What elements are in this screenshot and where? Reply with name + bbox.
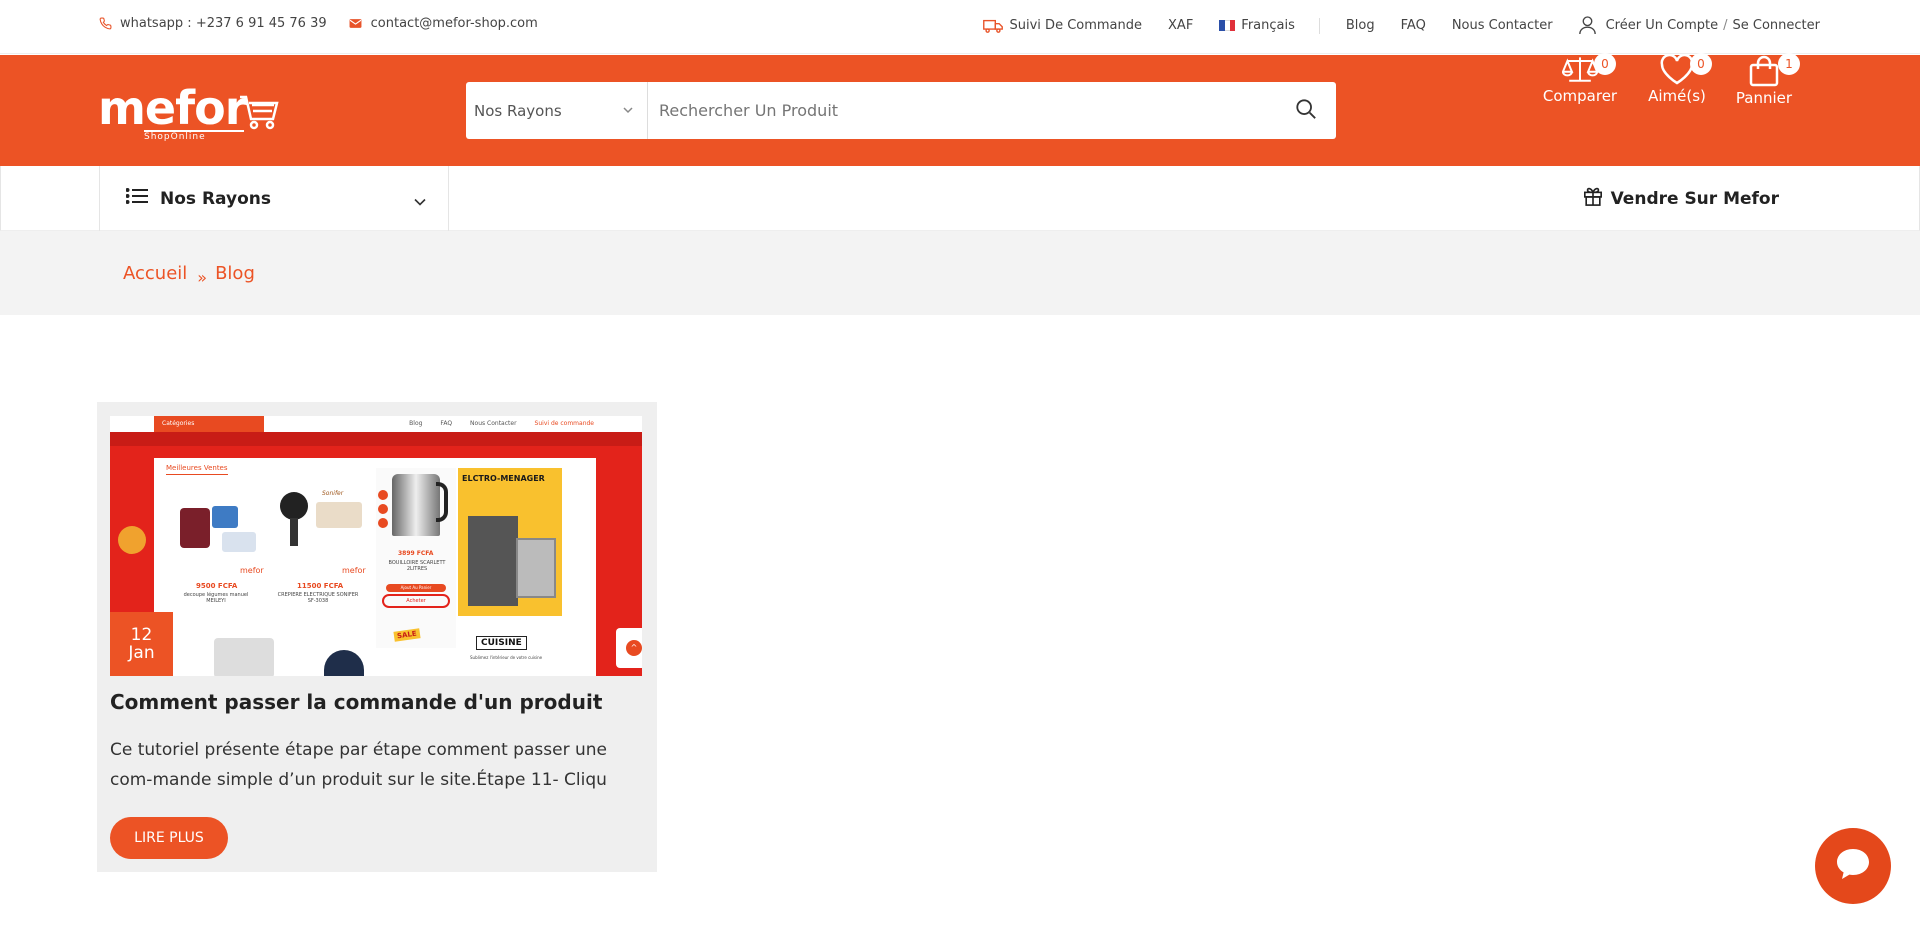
chat-bubble-icon [1834, 846, 1872, 886]
language-selector[interactable]: Français [1219, 18, 1295, 33]
email-link[interactable]: contact@mefor-shop.com [349, 16, 538, 31]
thumb-product-image: Sonifer [266, 486, 368, 562]
sell-label: Vendre Sur Mefor [1610, 188, 1779, 209]
thumb-page: Meilleures Ventes mefor 9500 FCFA decoup… [154, 458, 596, 676]
thumb-links: Blog FAQ Nous Contacter Suivi de command… [391, 420, 594, 427]
top-bar: whatsapp : +237 6 91 45 76 39 contact@me… [0, 0, 1920, 54]
phone-icon [98, 17, 112, 31]
breadcrumb-home[interactable]: Accueil [123, 263, 187, 284]
blog-post-card: Catégories Blog FAQ Nous Contacter Suivi… [97, 402, 657, 872]
thumb-price: 9500 FCFA [196, 582, 238, 590]
site-logo[interactable]: mefor ShopOnline [98, 85, 280, 142]
account-links: Créer Un Compte / Se Connecter [1578, 16, 1820, 35]
wishlist-label: Aimé(s) [1648, 87, 1706, 105]
thumb-cuisine-sub: Sublimez l'intérieur de votre cuisine [470, 655, 543, 660]
thumb-category-button: Catégories [154, 416, 264, 432]
chevron-down-icon [414, 191, 426, 211]
account-divider: / [1723, 18, 1728, 33]
whatsapp-link[interactable]: whatsapp : +237 6 91 45 76 39 [98, 16, 327, 31]
search-category-label: Nos Rayons [474, 101, 562, 120]
categories-label: Nos Rayons [160, 188, 271, 209]
thumb-link: Suivi de commande [534, 420, 594, 427]
thumb-brand: Sonifer [322, 490, 344, 497]
breadcrumb-current: Blog [215, 263, 255, 284]
wishlist-count-badge: 0 [1690, 53, 1712, 75]
thumb-banner: ELCTRO-MENAGER [458, 468, 562, 616]
register-link[interactable]: Créer Un Compte [1606, 18, 1719, 33]
envelope-icon [349, 17, 363, 31]
category-nav: Nos Rayons Vendre Sur Mefor [0, 166, 1920, 231]
thumb-banner-title: ELCTRO-MENAGER [462, 474, 545, 483]
cart-count-badge: 1 [1778, 53, 1800, 75]
divider [1318, 17, 1320, 34]
compare-count-badge: 0 [1594, 53, 1616, 75]
thumb-price: 3899 FCFA [398, 550, 434, 557]
thumb-product-name: CREPIERE ELECTRIQUE SONIFER SF-3038 [277, 592, 359, 604]
language-label: Français [1241, 18, 1295, 33]
gift-icon [1583, 186, 1611, 211]
contact-info: whatsapp : +237 6 91 45 76 39 contact@me… [98, 16, 560, 31]
thumb-logo-mark: mefor [342, 566, 366, 575]
order-tracking-link[interactable]: Suivi De Commande [982, 18, 1143, 33]
search-input[interactable] [648, 82, 1276, 139]
thumb-add-cart: Ajout Au Panier [386, 584, 446, 592]
search-button[interactable] [1276, 82, 1336, 139]
breadcrumb-separator: » [197, 268, 208, 287]
faq-link[interactable]: FAQ [1401, 18, 1426, 33]
thumb-cuisine: CUISINE [476, 636, 527, 650]
chat-widget-button[interactable] [1815, 828, 1891, 904]
list-icon [125, 188, 148, 209]
thumb-section-title: Meilleures Ventes [166, 464, 228, 475]
post-excerpt: Ce tutoriel présente étape par étape com… [110, 740, 607, 790]
top-links: Suivi De Commande XAF Français Blog FAQ … [957, 16, 1820, 35]
categories-dropdown[interactable]: Nos Rayons [99, 166, 449, 231]
cart-button[interactable]: Pannier 1 [1719, 53, 1809, 107]
search-icon [1295, 98, 1317, 124]
post-date-badge: 12 Jan [110, 612, 173, 676]
search-category-select[interactable]: Nos Rayons [466, 82, 648, 139]
sell-on-mefor-link[interactable]: Vendre Sur Mefor [1583, 166, 1779, 231]
compare-button[interactable]: Comparer 0 [1535, 53, 1625, 105]
post-title[interactable]: Comment passer la commande d'un produit [110, 690, 602, 714]
thumb-topbar: Catégories Blog FAQ Nous Contacter Suivi… [110, 416, 642, 432]
order-tracking-label: Suivi De Commande [1009, 18, 1143, 33]
logo-tagline: ShopOnline [144, 130, 244, 142]
compare-label: Comparer [1542, 87, 1618, 105]
logo-cart-icon [238, 91, 280, 137]
thumb-price: 11500 FCFA [297, 582, 344, 590]
thumb-buy: Acheter [382, 594, 450, 608]
thumb-logo-mark: mefor [240, 566, 264, 575]
thumb-product-card: 3899 FCFA BOUILLOIRE SCARLETT 2LITRES Aj… [376, 468, 456, 648]
currency-selector[interactable]: XAF [1168, 18, 1193, 33]
thumb-product-name: BOUILLOIRE SCARLETT 2LITRES [388, 560, 446, 572]
main-header: mefor ShopOnline Nos Rayons Comparer 0 [0, 53, 1920, 166]
thumb-product-name: decoupe légumes manuel MEILEYI [183, 592, 249, 604]
email-text: contact@mefor-shop.com [370, 16, 538, 31]
post-month: Jan [128, 643, 155, 663]
post-thumbnail[interactable]: Catégories Blog FAQ Nous Contacter Suivi… [110, 416, 642, 676]
chevron-down-icon [623, 103, 633, 117]
search-bar: Nos Rayons [466, 82, 1336, 139]
thumb-link: Nous Contacter [470, 420, 517, 427]
truck-icon [982, 19, 1003, 33]
login-link[interactable]: Se Connecter [1733, 18, 1820, 33]
post-day: 12 [130, 625, 153, 645]
thumb-link: Blog [409, 420, 423, 427]
contact-link[interactable]: Nous Contacter [1452, 18, 1553, 33]
blog-link[interactable]: Blog [1346, 18, 1375, 33]
user-icon [1578, 16, 1596, 35]
breadcrumb: Accueil » Blog [0, 231, 1920, 315]
thumb-link: FAQ [440, 420, 453, 427]
thumb-scroll-top-icon: ^ [626, 640, 642, 656]
ornament-icon [118, 526, 146, 554]
cart-label: Pannier [1735, 89, 1793, 107]
thumb-product-image [172, 488, 262, 558]
read-more-button[interactable]: LIRE PLUS [110, 817, 228, 859]
wishlist-button[interactable]: Aimé(s) 0 [1632, 53, 1722, 105]
french-flag-icon [1219, 20, 1236, 31]
whatsapp-text: whatsapp : +237 6 91 45 76 39 [120, 16, 327, 31]
